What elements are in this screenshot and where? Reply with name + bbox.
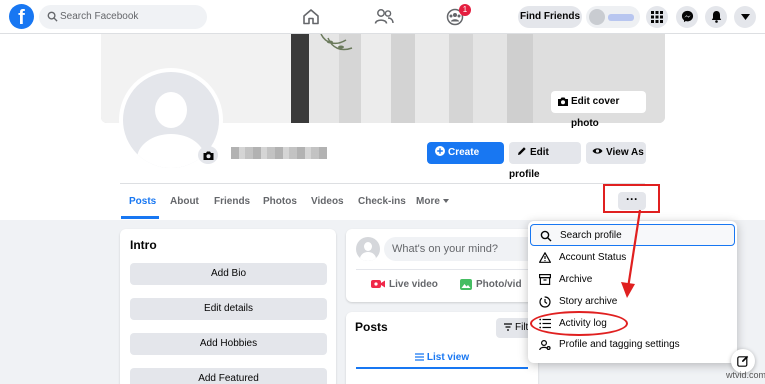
profile-shortcut[interactable] — [586, 6, 640, 28]
friends-icon[interactable] — [374, 8, 394, 25]
camera-icon — [203, 151, 213, 160]
top-navigation-bar: f Search Facebook 1 Find Friends — [0, 0, 765, 34]
annotation-highlight-ellipse — [530, 311, 628, 336]
messenger-icon — [681, 10, 693, 23]
plant-decoration — [320, 34, 353, 51]
live-video-label: Live video — [389, 279, 438, 290]
photo-video-label: Photo/vid — [476, 279, 522, 291]
warning-icon — [539, 252, 551, 263]
live-video-button[interactable]: Live video — [371, 279, 438, 290]
tab-check-ins[interactable]: Check-ins — [358, 196, 406, 207]
menu-item-label: Archive — [559, 274, 593, 285]
menu-item-label: Profile and tagging settings — [559, 339, 680, 350]
menu-item-label: Search profile — [560, 230, 622, 241]
menu-button[interactable] — [646, 6, 668, 28]
compose-icon — [737, 355, 749, 367]
gear-icon — [539, 339, 551, 351]
menu-item-label: Account Status — [559, 252, 627, 263]
photo-video-button[interactable]: Photo/vid — [460, 279, 522, 290]
menu-item-profile-tagging-settings[interactable]: Profile and tagging settings — [530, 334, 735, 356]
avatar — [356, 237, 380, 261]
post-composer: What's on your mind? Live video Photo/vi… — [346, 229, 556, 302]
bell-icon — [711, 11, 721, 23]
grid-menu-icon — [651, 11, 663, 23]
update-profile-picture-button[interactable] — [198, 146, 218, 164]
tabs-divider — [120, 183, 645, 184]
profile-name-blurred — [608, 14, 634, 21]
filters-label: Filt — [515, 322, 529, 333]
photo-icon — [460, 279, 472, 290]
posts-title: Posts — [355, 320, 388, 334]
live-video-icon — [371, 280, 385, 289]
add-bio-button[interactable]: Add Bio — [130, 263, 327, 285]
list-view-tab[interactable]: List view — [356, 347, 528, 369]
posts-card: Posts Filt List view — [346, 312, 538, 384]
view-as-button[interactable]: View As — [586, 142, 646, 164]
avatar-body-shape — [137, 134, 205, 168]
notification-badge: 1 — [459, 4, 471, 16]
tab-friends[interactable]: Friends — [214, 196, 250, 207]
active-tab-indicator — [121, 216, 159, 219]
home-icon[interactable] — [302, 8, 320, 25]
composer-divider — [356, 269, 528, 270]
pencil-icon — [518, 147, 526, 156]
tab-more[interactable]: More — [416, 196, 449, 207]
intro-title: Intro — [130, 238, 157, 252]
intro-card: Intro Add Bio Edit details Add Hobbies A… — [120, 229, 336, 384]
search-box[interactable]: Search Facebook — [39, 5, 207, 29]
notifications-button[interactable] — [705, 6, 727, 28]
facebook-logo[interactable]: f — [9, 4, 34, 29]
tab-more-label: More — [416, 196, 440, 207]
account-button[interactable] — [734, 6, 756, 28]
search-placeholder: Search Facebook — [60, 11, 139, 22]
edit-cover-photo-button[interactable]: Edit cover photo — [551, 91, 646, 129]
edit-profile-button[interactable]: Edit profile — [509, 142, 581, 180]
caret-down-icon — [740, 14, 750, 20]
eye-icon — [592, 148, 603, 154]
tab-about[interactable]: About — [170, 196, 199, 207]
plus-circle-icon — [435, 146, 445, 157]
edit-details-button[interactable]: Edit details — [130, 298, 327, 320]
add-featured-button[interactable]: Add Featured — [130, 368, 327, 384]
archive-icon — [539, 274, 551, 285]
menu-item-label: Story archive — [559, 296, 618, 307]
view-as-label: View As — [606, 147, 644, 158]
find-friends-button[interactable]: Find Friends — [518, 6, 582, 28]
avatar-head-shape — [155, 92, 187, 128]
add-hobbies-button[interactable]: Add Hobbies — [130, 333, 327, 355]
list-view-label: List view — [426, 352, 470, 363]
caret-down-icon — [442, 199, 449, 204]
messenger-button[interactable] — [676, 6, 698, 28]
search-icon — [540, 230, 552, 242]
search-icon — [47, 11, 58, 22]
annotation-arrow — [621, 209, 642, 298]
filter-icon — [504, 323, 512, 331]
create-story-button[interactable]: Create story — [427, 142, 504, 180]
profile-name-blurred — [231, 147, 327, 159]
camera-icon — [558, 97, 568, 106]
avatar — [589, 9, 605, 25]
watermark: wtvid.com — [726, 370, 765, 380]
tab-videos[interactable]: Videos — [311, 196, 344, 207]
clock-icon — [539, 296, 551, 308]
list-icon — [414, 353, 424, 362]
tab-posts[interactable]: Posts — [129, 196, 156, 207]
tab-photos[interactable]: Photos — [263, 196, 297, 207]
